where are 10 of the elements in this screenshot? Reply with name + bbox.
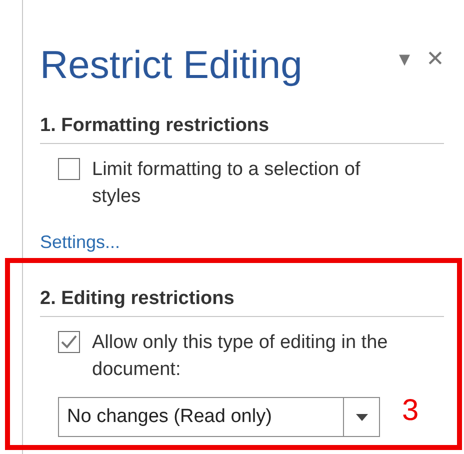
checkbox-label: Allow only this type of editing in the document: — [92, 331, 389, 382]
section-heading: 1. Formatting restrictions — [40, 114, 444, 144]
checkbox-label: Limit formatting to a selection of styles — [92, 158, 362, 209]
menu-dropdown-button[interactable]: ▾ — [399, 46, 410, 72]
editing-type-dropdown[interactable]: No changes (Read only) — [58, 397, 380, 437]
section-heading: 2. Editing restrictions — [40, 287, 444, 317]
close-button[interactable]: ✕ — [426, 46, 444, 72]
annotation-number: 3 — [402, 394, 419, 428]
settings-link[interactable]: Settings... — [40, 232, 120, 253]
pane-title: Restrict Editing — [40, 43, 302, 89]
